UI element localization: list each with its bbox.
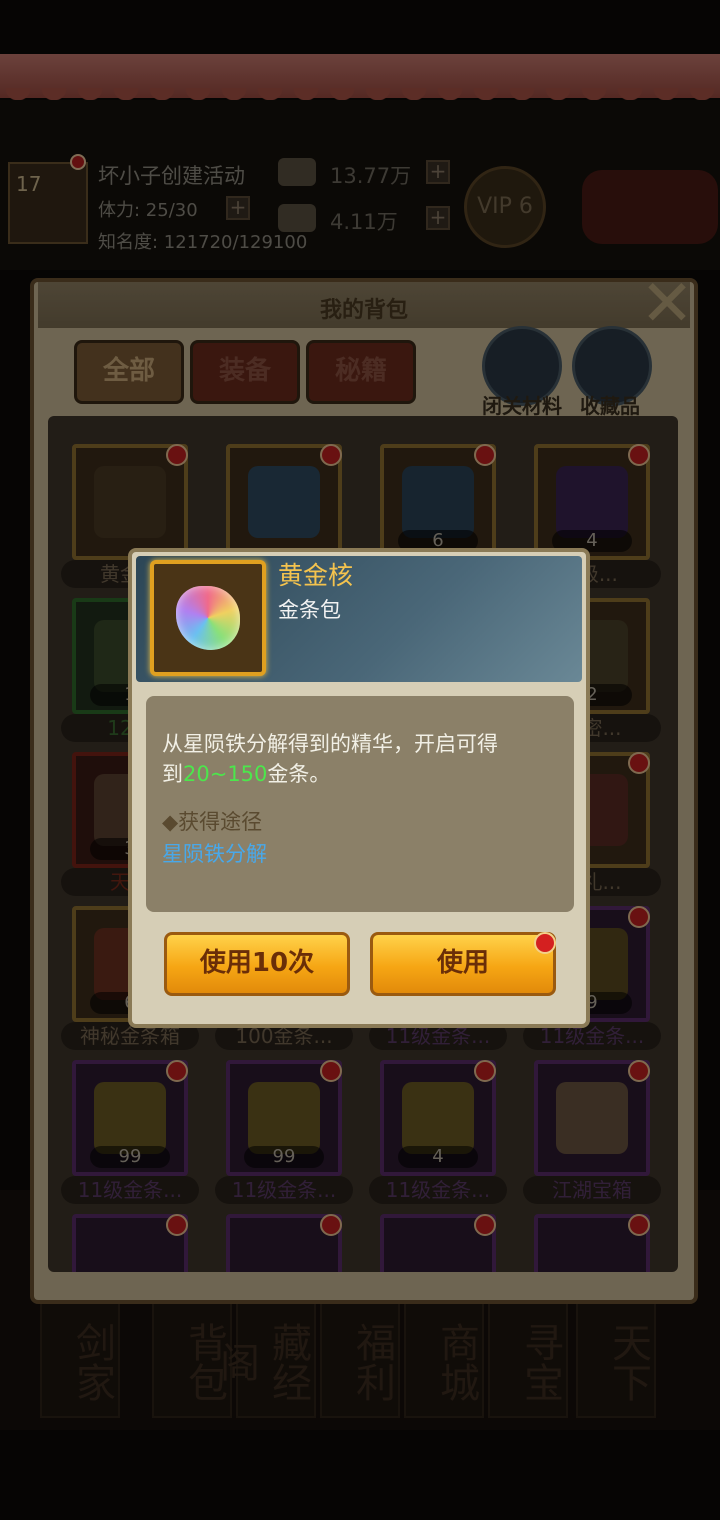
item-icon-frame bbox=[150, 560, 266, 676]
item-title: 黄金核 bbox=[278, 561, 354, 590]
item-type: 金条包 bbox=[278, 598, 341, 622]
use-button-dot bbox=[534, 932, 556, 954]
source-link[interactable]: 星陨铁分解 bbox=[162, 838, 267, 868]
description-line-2: 到20~150金条。 bbox=[162, 758, 330, 788]
gold-range: 20~150 bbox=[183, 762, 268, 786]
description-prefix: 到 bbox=[162, 762, 183, 786]
source-heading: ◆获得途径 bbox=[162, 810, 263, 834]
game-screen: 17 坏小子创建活动 体力: 25/30 + 知名度: 121720/12910… bbox=[0, 0, 720, 1520]
rainbow-gem-icon bbox=[176, 586, 240, 650]
description-line-1: 从星陨铁分解得到的精华，开启可得 bbox=[162, 732, 498, 756]
use-10-times-button[interactable]: 使用10次 bbox=[164, 932, 350, 996]
use-button[interactable]: 使用 bbox=[370, 932, 556, 996]
description-suffix: 金条。 bbox=[267, 762, 331, 786]
